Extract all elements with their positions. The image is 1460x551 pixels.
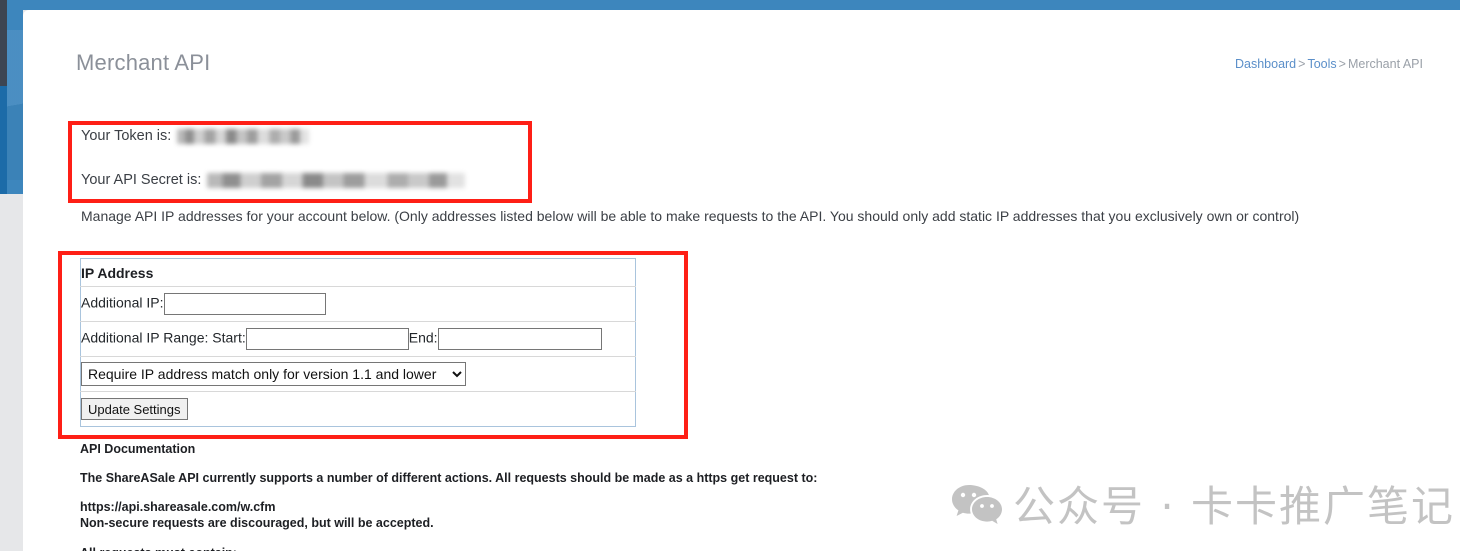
ip-range-start-label: Additional IP Range: Start: — [81, 329, 246, 346]
header-spacer-cell — [567, 258, 636, 287]
table-row: IP Address — [80, 258, 636, 287]
version-select-cell: Require IP address match only for versio… — [80, 356, 636, 392]
watermark: 公众号 · 卡卡推广笔记 — [951, 473, 1455, 534]
secret-row: Your API Secret is: — [81, 172, 466, 188]
content-card: Merchant API Dashboard > Tools > Merchant AP… — [23, 10, 1460, 551]
table-row: Require IP address match only for versio… — [80, 356, 636, 392]
doc-endpoint-url: https://api.shareasale.com/w.cfm — [80, 500, 276, 514]
page-title: Merchant API — [76, 50, 211, 75]
ip-address-header: IP Address — [81, 264, 154, 281]
token-row: Your Token is: — [81, 128, 310, 144]
ip-address-table: IP Address Additional IP: Additional IP … — [80, 258, 636, 427]
additional-ip-cell: Additional IP: — [80, 286, 568, 322]
doc-intro: The ShareASale API currently supports a … — [80, 471, 818, 485]
secret-label: Your API Secret is: — [81, 172, 202, 188]
additional-ip-input[interactable] — [163, 293, 326, 315]
ip-range-cell: Additional IP Range: Start: End: — [80, 321, 636, 357]
doc-heading: API Documentation — [80, 442, 196, 456]
ip-range-start-input[interactable] — [245, 328, 409, 350]
update-settings-button[interactable]: Update Settings — [81, 398, 188, 420]
breadcrumb-item-tools[interactable]: Tools — [1307, 57, 1336, 71]
table-row: Additional IP Range: Start: End: — [80, 321, 636, 357]
table-row: Update Settings — [81, 392, 636, 427]
wechat-icon — [951, 483, 1003, 525]
breadcrumb-separator: > — [1298, 57, 1306, 71]
doc-non-secure-note: Non-secure requests are discouraged, but… — [80, 516, 434, 530]
watermark-text: 公众号 · 卡卡推广笔记 — [1013, 482, 1456, 531]
left-rail-blue — [0, 86, 7, 194]
ip-version-select[interactable]: Require IP address match only for versio… — [81, 362, 466, 386]
breadcrumb-item-dashboard[interactable]: Dashboard — [1235, 57, 1296, 71]
table-row: Additional IP: — [80, 286, 636, 322]
update-button-cell: Update Settings — [81, 392, 636, 427]
api-documentation: API Documentation The ShareASale API cur… — [80, 442, 980, 551]
manage-note: Manage API IP addresses for your account… — [81, 208, 1300, 224]
row-spacer-cell — [567, 286, 636, 322]
app-root: Merchant API Dashboard > Tools > Merchant AP… — [0, 0, 1460, 551]
token-label: Your Token is: — [81, 128, 172, 144]
token-value-redacted — [177, 128, 310, 144]
left-rail-dark — [0, 0, 7, 86]
ip-range-end-input[interactable] — [437, 328, 602, 350]
sidebar-strip[interactable] — [7, 0, 23, 194]
left-rail-gray — [0, 194, 7, 551]
breadcrumb-separator: > — [1338, 57, 1346, 71]
breadcrumb-item-current: Merchant API — [1347, 57, 1423, 71]
sidebar-strip-lower — [7, 194, 23, 551]
top-header-bar — [0, 0, 1460, 10]
doc-requirements-heading: All requests must contain: — [80, 546, 980, 551]
secret-value-redacted — [207, 172, 466, 188]
additional-ip-label: Additional IP: — [81, 294, 164, 311]
ip-range-end-label: End: — [408, 329, 438, 346]
breadcrumb: Dashboard > Tools > Merchant API — [1235, 57, 1423, 71]
ip-address-header-cell: IP Address — [80, 258, 568, 287]
